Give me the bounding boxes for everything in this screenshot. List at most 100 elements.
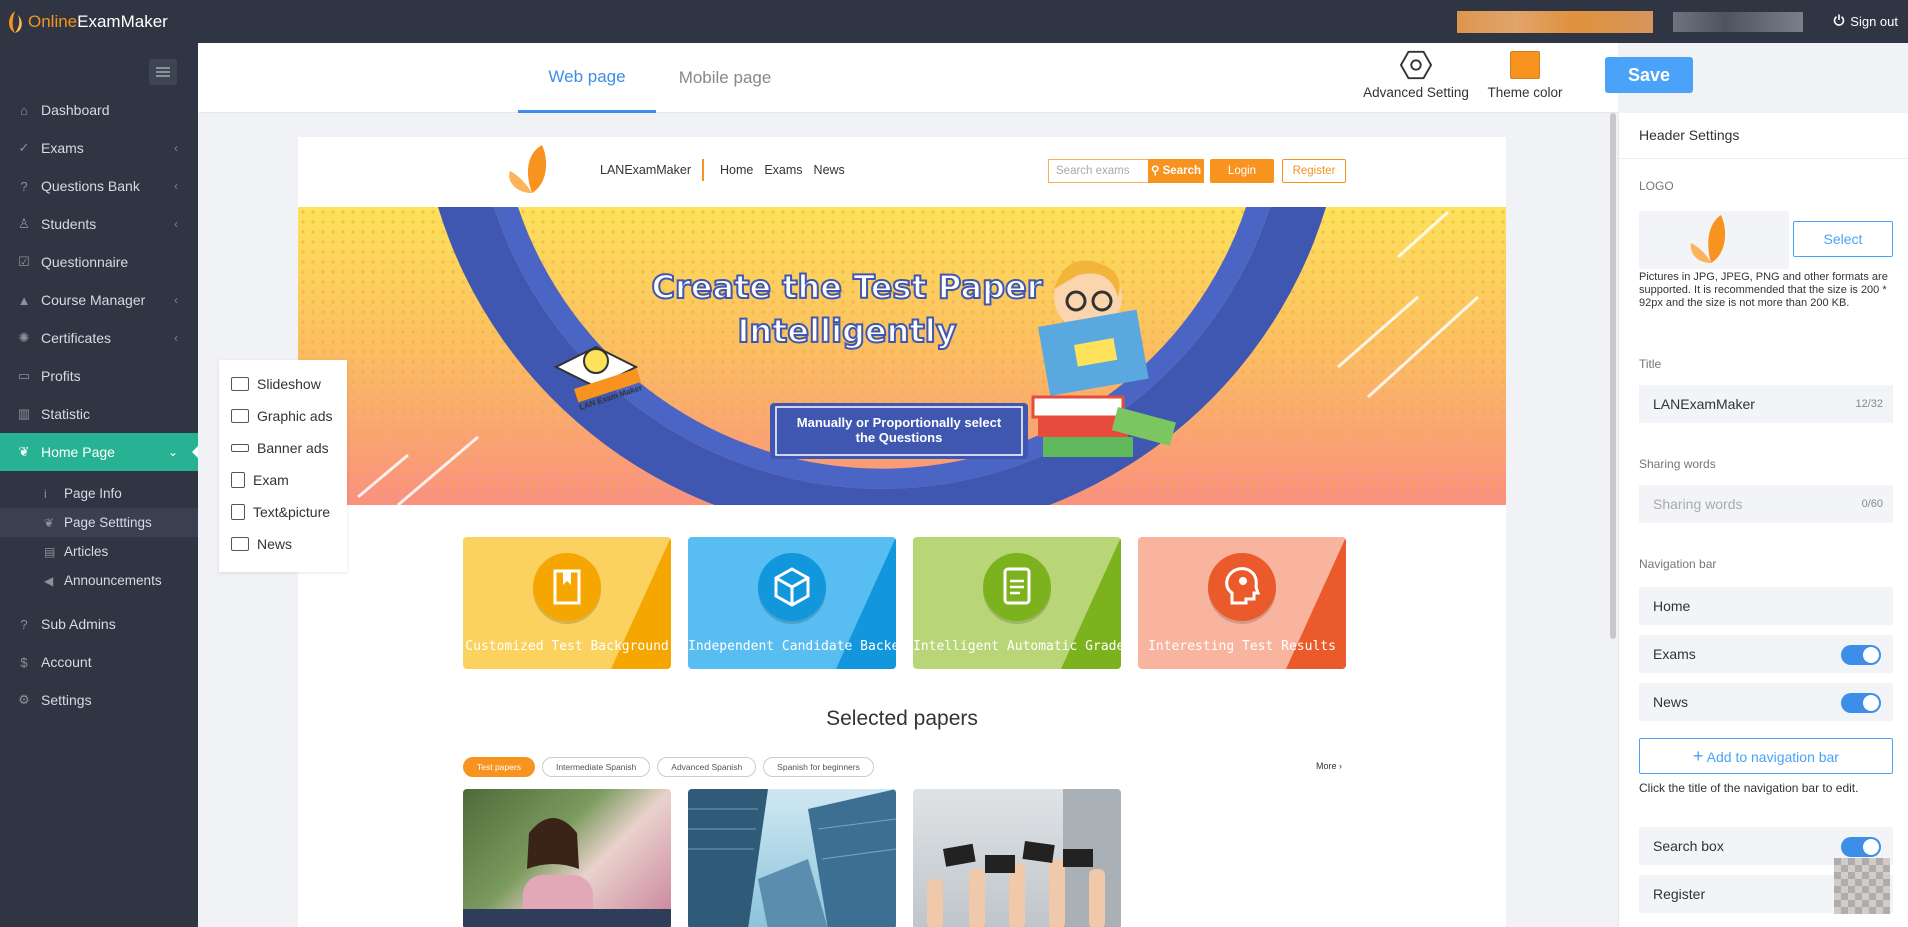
sidebar-item-home-page[interactable]: ❦ Home Page ⌄	[0, 433, 199, 471]
sidebar-subitem-articles[interactable]: ▤ Articles	[0, 537, 198, 566]
add-banner-ads-button[interactable]: Banner ads	[219, 432, 347, 464]
add-graphic-ads-button[interactable]: Graphic ads	[219, 400, 347, 432]
feature-card[interactable]: Independent Candidate Backend	[688, 537, 896, 669]
panel-divider	[1619, 158, 1908, 159]
plus-icon: +	[1693, 746, 1704, 766]
wallet-icon: ▭	[17, 368, 31, 383]
theme-color-button[interactable]: Theme color	[1480, 49, 1570, 100]
feature-card[interactable]: Intelligent Automatic Grade	[913, 537, 1121, 669]
feature-card[interactable]: Interesting Test Results	[1138, 537, 1346, 669]
editor-toolbar: Web page Mobile page Advanced Setting Th…	[198, 43, 1693, 113]
banner-headline: Create the Test Paper Intelligently	[651, 267, 1044, 351]
sidebar-subitem-page-settings[interactable]: ❦ Page Setttings	[0, 508, 198, 537]
sidebar-item-course-manager[interactable]: ▲ Course Manager ‹	[0, 281, 198, 319]
tab-mobile-page[interactable]: Mobile page	[656, 43, 794, 113]
power-icon	[1833, 14, 1845, 29]
image-icon	[231, 409, 249, 423]
preview-nav-news[interactable]: News	[814, 163, 845, 177]
add-to-navigation-bar-button[interactable]: + Add to navigation bar	[1639, 738, 1893, 774]
preview-banner[interactable]: Create the Test Paper Intelligently Manu…	[298, 207, 1506, 505]
leaf-icon: ❦	[18, 444, 30, 459]
sidebar-item-certificates[interactable]: ✺ Certificates ‹	[0, 319, 198, 357]
chevron-down-icon: ⌄	[167, 445, 178, 459]
add-slideshow-button[interactable]: Slideshow	[219, 368, 347, 400]
add-news-button[interactable]: News	[219, 528, 347, 560]
checkbox-icon: ☑	[18, 254, 30, 269]
home-icon: ⌂	[20, 102, 28, 118]
sidebar-item-sub-admins[interactable]: ? Sub Admins	[0, 605, 198, 643]
title-separator	[702, 159, 704, 181]
preview-nav: Home Exams News	[720, 163, 845, 177]
title-input[interactable]: LANExamMaker 12/32	[1639, 385, 1893, 423]
exams-toggle[interactable]	[1841, 645, 1881, 665]
preview-nav-exams[interactable]: Exams	[764, 163, 802, 177]
news-toggle[interactable]	[1841, 693, 1881, 713]
leaf-logo-icon	[4, 9, 26, 35]
preview-search-button[interactable]: ⚲ Search	[1148, 159, 1204, 183]
preview-login-button[interactable]: Login	[1210, 159, 1274, 183]
sidebar-subitem-announcements[interactable]: ◀ Announcements	[0, 566, 198, 595]
chevron-left-icon: ‹	[174, 141, 178, 155]
add-exam-button[interactable]: Exam	[219, 464, 347, 496]
preview-site-title: LANExamMaker	[600, 163, 691, 177]
sharing-words-label: Sharing words	[1639, 457, 1716, 471]
preview-search-input[interactable]: Search exams	[1048, 159, 1148, 183]
question-icon: ?	[20, 178, 28, 194]
sidebar-subitem-page-info[interactable]: i Page Info	[0, 479, 198, 508]
sidebar-item-profits[interactable]: ▭ Profits	[0, 357, 198, 395]
pill-intermediate-spanish[interactable]: Intermediate Spanish	[541, 757, 651, 777]
sidebar-item-statistic[interactable]: ▥ Statistic	[0, 395, 198, 433]
top-bar: OnlineExamMaker Sign out	[0, 0, 1908, 43]
sign-out-button[interactable]: Sign out	[1833, 14, 1898, 29]
preview-nav-home[interactable]: Home	[720, 163, 753, 177]
select-logo-button[interactable]: Select	[1793, 221, 1893, 257]
sidebar-item-questionnaire[interactable]: ☑ Questionnaire	[0, 243, 198, 281]
menu-toggle-button[interactable]	[149, 59, 177, 85]
nav-item-exams[interactable]: Exams	[1639, 635, 1893, 673]
logo-label: LOGO	[1639, 179, 1674, 193]
sidebar-item-questions-bank[interactable]: ? Questions Bank ‹	[0, 167, 198, 205]
banner-subtitle: Manually or Proportionally select the Qu…	[796, 415, 1002, 445]
banner-icon	[231, 444, 249, 452]
brand-logo[interactable]: OnlineExamMaker	[0, 0, 168, 43]
panel-title: Header Settings	[1639, 127, 1740, 143]
preview-header[interactable]: LANExamMaker Home Exams News Search exam…	[298, 137, 1506, 207]
tab-web-page[interactable]: Web page	[518, 43, 656, 113]
pill-advanced-spanish[interactable]: Advanced Spanish	[657, 757, 757, 777]
sidebar-item-students[interactable]: ♙ Students ‹	[0, 205, 198, 243]
pill-test-papers[interactable]: Test papers	[463, 757, 535, 777]
logo-help-text: Pictures in JPG, JPEG, PNG and other for…	[1639, 271, 1888, 309]
sidebar-item-account[interactable]: $ Account	[0, 643, 198, 681]
pixelated-overlay	[1834, 858, 1890, 914]
chevron-left-icon: ‹	[174, 217, 178, 231]
preview-scrollbar[interactable]	[1610, 113, 1616, 639]
paper-thumbnail[interactable]	[463, 789, 671, 927]
graduation-cap-icon: ▲	[17, 292, 31, 308]
blurred-avatar	[1673, 11, 1804, 32]
more-link[interactable]: More ›	[1316, 761, 1342, 771]
nav-item-home[interactable]: Home	[1639, 587, 1893, 625]
check-circle-icon: ✓	[18, 140, 30, 155]
save-button[interactable]: Save	[1605, 57, 1693, 93]
preview-logo-icon	[502, 141, 552, 201]
feature-card[interactable]: Customized Test Background	[463, 537, 671, 669]
preview-register-button[interactable]: Register	[1282, 159, 1346, 183]
sharing-words-input[interactable]: Sharing words 0/60	[1639, 485, 1893, 523]
nav-item-news[interactable]: News	[1639, 683, 1893, 721]
navigation-bar-label: Navigation bar	[1639, 557, 1717, 571]
advanced-setting-button[interactable]: Advanced Setting	[1356, 49, 1476, 100]
sidebar-item-dashboard[interactable]: ⌂ Dashboard	[0, 91, 198, 129]
paper-thumbnail[interactable]	[913, 789, 1121, 927]
add-text-picture-button[interactable]: Text&picture	[219, 496, 347, 528]
users-icon: ♙	[18, 216, 30, 231]
sidebar-item-settings[interactable]: ⚙ Settings	[0, 681, 198, 719]
bar-chart-icon: ▥	[17, 406, 31, 421]
theme-color-swatch	[1510, 51, 1540, 79]
title-label: Title	[1639, 357, 1662, 371]
sidebar-item-exams[interactable]: ✓ Exams ‹	[0, 129, 198, 167]
pill-spanish-for-beginners[interactable]: Spanish for beginners	[763, 757, 874, 777]
search-box-toggle[interactable]	[1841, 837, 1881, 857]
question-icon: ?	[20, 616, 28, 632]
paper-thumbnail[interactable]	[688, 789, 896, 927]
megaphone-icon: ◀	[44, 573, 54, 588]
